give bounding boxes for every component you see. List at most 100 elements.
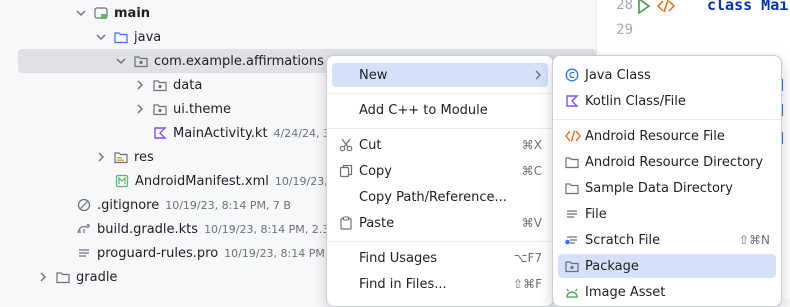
menu-item-label: Image Asset	[585, 284, 666, 300]
manifest-icon	[115, 174, 129, 188]
tree-item-gradle[interactable]: gradle	[38, 265, 117, 289]
chevron-right-icon[interactable]	[135, 80, 145, 90]
menu-item-find-usages[interactable]: Find Usages ⌥F7	[332, 246, 548, 270]
tree-label: build.gradle.kts	[97, 221, 199, 237]
tree-label: .gitignore	[97, 197, 160, 213]
chevron-right-icon[interactable]	[96, 152, 106, 162]
menu-item-label: File	[585, 206, 607, 222]
file-meta: 10/19/23, 8:14 PM, 2.38	[204, 222, 337, 236]
menu-item-label: Scratch File	[585, 232, 661, 248]
source-folder-icon	[94, 6, 108, 20]
submenu-item-scratch-file[interactable]: Scratch File ⇧⌘N	[558, 228, 776, 252]
menu-shortcut: ⇧⌘N	[738, 233, 770, 247]
text-file-icon	[77, 246, 91, 260]
menu-item-label: New	[359, 67, 388, 83]
menu-item-paste[interactable]: Paste ⌘V	[332, 211, 548, 235]
submenu-item-package[interactable]: Package	[558, 254, 776, 278]
context-menu: New Add C++ to Module Cut ⌘X Copy ⌘C Cop…	[326, 55, 554, 307]
scratch-file-icon	[565, 233, 579, 247]
menu-shortcut: ⇧⌘F	[513, 277, 542, 291]
kotlin-icon	[565, 94, 579, 108]
submenu-item-image-asset[interactable]: Image Asset	[558, 280, 776, 304]
menu-item-label: Package	[585, 258, 639, 274]
paste-icon	[339, 216, 353, 230]
menu-item-label: Sample Data Directory	[585, 180, 733, 196]
menu-shortcut: ⌥F7	[513, 251, 542, 265]
menu-item-add-cpp[interactable]: Add C++ to Module	[332, 98, 548, 122]
tree-label: data	[173, 77, 203, 93]
tree-item-proguard[interactable]: proguard-rules.pro 10/19/23, 8:14 PM, 75…	[77, 241, 364, 265]
code-fragment	[781, 132, 790, 144]
menu-item-label: Cut	[359, 137, 382, 153]
android-icon	[565, 285, 579, 299]
menu-item-new[interactable]: New	[332, 63, 548, 87]
chevron-right-icon[interactable]	[38, 272, 48, 282]
tree-label: AndroidManifest.xml	[135, 173, 269, 189]
tree-item-androidmanifest[interactable]: AndroidManifest.xml 10/19/23, 8	[115, 169, 338, 193]
tree-item-build-gradle[interactable]: build.gradle.kts 10/19/23, 8:14 PM, 2.38	[77, 217, 336, 241]
tree-item-java[interactable]: java	[96, 25, 161, 49]
package-icon	[153, 78, 167, 92]
folder-icon	[114, 30, 128, 44]
submenu-item-sample-data-directory[interactable]: Sample Data Directory	[558, 176, 776, 200]
run-gutter-icon[interactable]	[637, 0, 651, 14]
chevron-down-icon[interactable]	[76, 8, 86, 18]
tree-item-mainactivity[interactable]: MainActivity.kt 4/24/24, 3	[153, 121, 330, 145]
line-number: 29	[616, 22, 633, 38]
tree-label: com.example.affirmations	[154, 53, 324, 69]
tree-label: main	[114, 5, 151, 21]
menu-separator	[327, 93, 553, 94]
line-number: 28	[616, 0, 633, 13]
code-line: class Mai	[707, 0, 788, 14]
chevron-right-icon	[534, 70, 542, 80]
tree-label: ui.theme	[173, 101, 231, 117]
tree-item-data[interactable]: data	[135, 73, 202, 97]
folder-icon	[565, 181, 579, 195]
menu-separator	[327, 128, 553, 129]
chevron-down-icon[interactable]	[96, 32, 106, 42]
tree-item-gitignore[interactable]: .gitignore 10/19/23, 8:14 PM, 7 B	[77, 193, 291, 217]
tree-item-ui-theme[interactable]: ui.theme	[135, 97, 231, 121]
menu-item-label: Paste	[359, 215, 395, 231]
menu-shortcut: ⌘C	[521, 164, 542, 178]
submenu-item-android-resource-file[interactable]: Android Resource File	[558, 124, 776, 148]
package-icon	[153, 102, 167, 116]
tree-item-main[interactable]: main	[76, 1, 150, 25]
tree-item-com-example-affirmations[interactable]: com.example.affirmations	[116, 49, 324, 73]
menu-item-find-in-files[interactable]: Find in Files... ⇧⌘F	[332, 272, 548, 296]
new-submenu: Java Class Kotlin Class/File Android Res…	[552, 55, 782, 307]
code-brackets-icon[interactable]	[657, 0, 675, 14]
tree-label: res	[134, 149, 154, 165]
menu-item-copy[interactable]: Copy ⌘C	[332, 159, 548, 183]
menu-shortcut: ⌘V	[521, 216, 542, 230]
menu-item-label: Find in Files...	[359, 276, 447, 292]
chevron-right-icon[interactable]	[135, 104, 145, 114]
menu-item-label: Copy	[359, 163, 392, 179]
file-meta: 10/19/23, 8:14 PM, 7 B	[165, 198, 291, 212]
folder-icon	[565, 155, 579, 169]
submenu-item-file[interactable]: File	[558, 202, 776, 226]
menu-item-cut[interactable]: Cut ⌘X	[332, 133, 548, 157]
menu-separator	[553, 119, 781, 120]
chevron-down-icon[interactable]	[116, 56, 126, 66]
code-text: class Mai	[707, 0, 789, 14]
java-class-icon	[565, 68, 579, 82]
copy-icon	[339, 164, 353, 178]
code-fragment	[781, 79, 790, 91]
menu-item-label: Android Resource File	[585, 128, 725, 144]
resource-folder-icon	[114, 150, 128, 164]
menu-separator	[327, 241, 553, 242]
menu-item-label: Add C++ to Module	[359, 102, 488, 118]
submenu-item-java-class[interactable]: Java Class	[558, 63, 776, 87]
scissors-icon	[339, 138, 353, 152]
code-brackets-icon	[565, 129, 581, 143]
submenu-item-android-resource-directory[interactable]: Android Resource Directory	[558, 150, 776, 174]
submenu-item-kotlin-class[interactable]: Kotlin Class/File	[558, 89, 776, 113]
menu-item-label: Find Usages	[359, 250, 438, 266]
menu-item-copy-path[interactable]: Copy Path/Reference...	[332, 185, 548, 209]
package-icon	[134, 54, 148, 68]
menu-item-label: Java Class	[585, 67, 651, 83]
file-meta: 4/24/24, 3	[273, 126, 330, 140]
tree-item-res[interactable]: res	[96, 145, 154, 169]
folder-icon	[56, 270, 70, 284]
